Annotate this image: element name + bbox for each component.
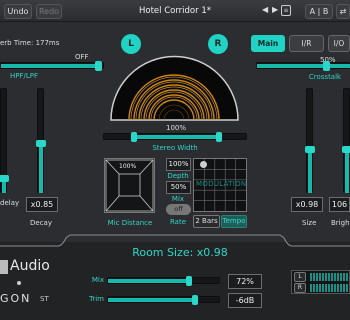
trim-slider[interactable] [107,295,220,305]
mod-mix-value[interactable]: 50% [166,181,191,194]
meter-right-bar [310,284,348,292]
modulation-title: MODULATION [196,180,247,188]
mod-on-off-toggle[interactable]: off [166,204,191,215]
reverb-time-readout: erb Time: 177ms [0,39,60,47]
stereo-width-label: Stereo Width [152,144,198,152]
output-meter: L R [291,270,350,294]
meter-left-label: L [294,272,306,282]
trim-thumb[interactable] [192,295,198,305]
mod-depth-value[interactable]: 100% [166,158,191,171]
mix-slider[interactable] [107,276,220,286]
size-thumb[interactable] [305,146,315,153]
brand-word-2: GON [0,292,32,305]
modulation-handle[interactable] [200,161,207,168]
tab-ir[interactable]: I/R [289,35,324,52]
stereo-width-value: 100% [166,124,187,132]
preset-name[interactable]: Hotel Corridor 1* [110,3,240,19]
decay-fill [39,141,43,193]
mic-distance-label: Mic Distance [107,219,153,227]
redo-button[interactable]: Redo [36,4,62,19]
modulation-xy-pad[interactable]: MODULATION [193,158,247,212]
hpf-lpf-label: HPF/LPF [9,72,39,80]
brightness-fill [345,147,349,193]
mix-value[interactable]: 72% [228,274,262,289]
brightness-label: Brigh [331,219,350,227]
room-display [110,55,239,121]
brand-suffix: ST [40,295,49,303]
size-fader[interactable] [305,88,315,193]
predelay-fader[interactable] [0,88,9,193]
mic-distance-value: 100% [119,163,137,170]
predelay-thumb[interactable] [0,175,9,182]
brightness-thumb[interactable] [342,146,350,153]
mod-tempo-sync-button[interactable]: Tempo [221,215,247,228]
mod-mix-label: Mix [171,195,185,203]
meter-left-bar [310,273,348,281]
mic-distance-pad[interactable]: 100% [104,158,155,213]
preset-prev-icon[interactable]: ◀ [262,5,268,14]
brand-dot [17,281,21,285]
undo-button[interactable]: Undo [4,4,32,19]
mod-rate-value[interactable]: 2 Bars [193,215,220,228]
decay-value[interactable]: x0.85 [26,197,58,212]
stereo-width-fill [134,135,218,139]
size-fill [308,147,312,193]
decay-fader[interactable] [36,88,46,193]
mix-thumb[interactable] [186,276,192,286]
hpf-lpf-thumb[interactable] [95,61,102,71]
size-value[interactable]: x0.98 [291,197,323,212]
hpf-value: OFF [75,53,89,61]
copy-ab-button[interactable]: ⇄ [336,4,350,19]
decay-label: Decay [30,219,52,227]
crosstalk-label: Crosstalk [308,73,342,81]
source-right-button[interactable]: R [208,34,228,54]
brand-logo-mark [0,260,8,274]
stereo-width-left-thumb[interactable] [131,132,137,142]
brightness-value[interactable]: 106 [329,197,350,212]
stereo-width-slider[interactable] [103,132,247,142]
mod-rate-label: Rate [169,218,187,226]
preset-next-icon[interactable]: ▶ [272,5,278,14]
trim-value[interactable]: -6dB [228,293,262,308]
crosstalk-slider[interactable] [256,61,350,71]
ab-compare-button[interactable]: A | B [305,4,333,19]
tab-io[interactable]: I/O [328,35,350,52]
hpf-lpf-fill [1,64,96,68]
predelay-label: delay [0,199,20,207]
room-size-readout: Room Size: x0.98 [132,246,228,259]
source-left-button[interactable]: L [121,34,141,54]
stereo-width-right-thumb[interactable] [216,132,222,142]
decay-thumb[interactable] [36,140,46,147]
mix-fill [108,279,188,283]
top-toolbar: Undo Redo Hotel Corridor 1* ◀ ▶ ≡ A | B … [0,0,350,22]
crosstalk-thumb[interactable] [323,61,330,71]
mix-label: Mix [91,276,104,284]
crosstalk-fill [257,64,350,68]
trim-fill [108,298,194,302]
size-label: Size [302,219,317,227]
mod-depth-label: Depth [167,172,189,180]
tab-main[interactable]: Main [251,35,285,52]
brand-word-1: Audio [10,258,50,274]
hpf-lpf-slider[interactable] [0,61,104,71]
brightness-fader[interactable] [342,88,350,193]
trim-label: Trim [89,295,104,303]
meter-right-label: R [294,283,306,293]
preset-menu-icon[interactable]: ≡ [281,5,291,16]
